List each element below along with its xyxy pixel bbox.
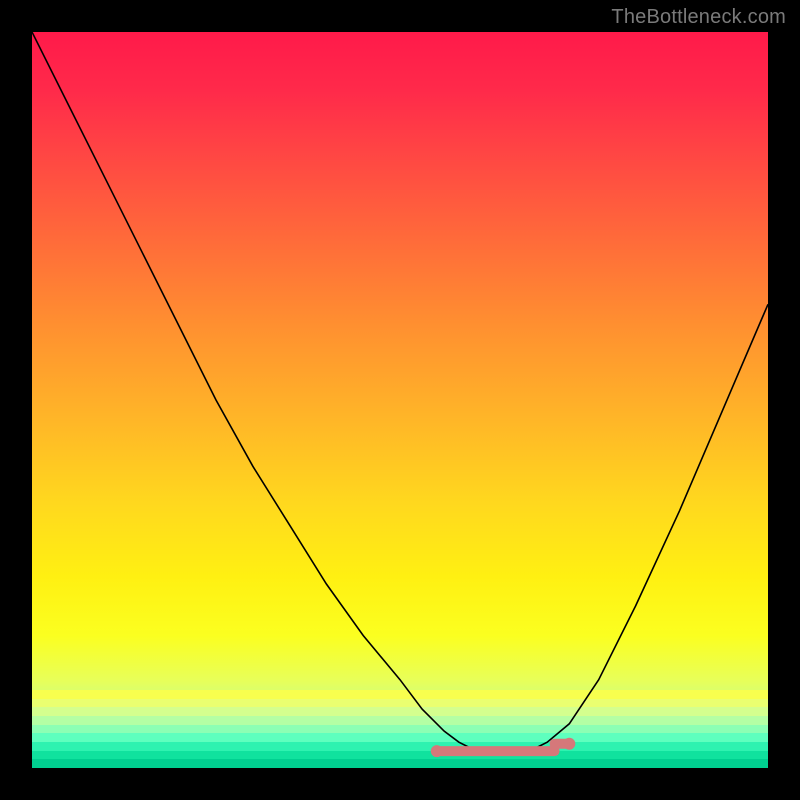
curve-svg — [32, 32, 768, 768]
bottleneck-curve — [32, 32, 768, 753]
plot-area — [32, 32, 768, 768]
watermark-text: TheBottleneck.com — [611, 6, 786, 29]
flat-region-endpoint — [431, 745, 443, 757]
flat-region-endpoint — [563, 738, 575, 750]
chart-stage: TheBottleneck.com — [0, 0, 800, 800]
